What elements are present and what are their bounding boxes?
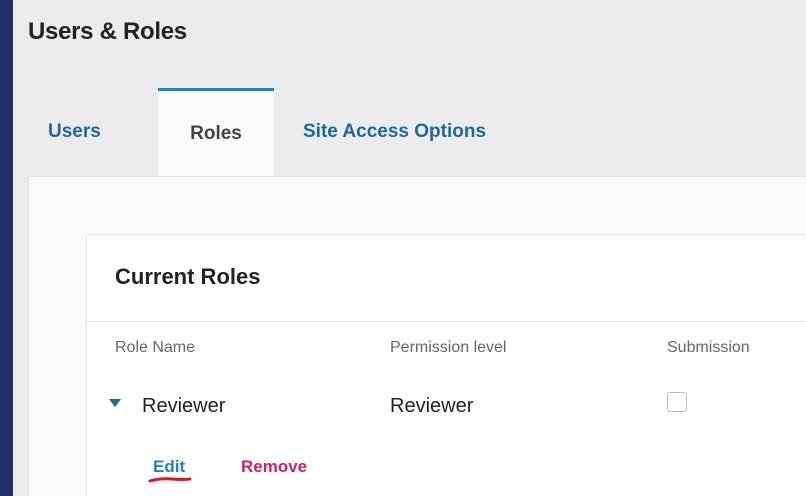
tab-site-access-options[interactable]: Site Access Options: [303, 88, 563, 176]
tab-users[interactable]: Users: [48, 88, 138, 176]
page-title: Users & Roles: [28, 18, 187, 45]
divider: [87, 321, 806, 322]
card-title: Current Roles: [115, 264, 261, 289]
role-name-cell: Reviewer: [142, 395, 226, 417]
column-header-permission-level: Permission level: [390, 339, 507, 356]
annotation-underline: [148, 477, 192, 483]
edit-link[interactable]: Edit: [153, 457, 185, 477]
caret-down-icon[interactable]: [109, 399, 121, 407]
column-header-role-name: Role Name: [115, 339, 196, 356]
submission-checkbox[interactable]: [667, 392, 687, 412]
tab-bar: Users Roles Site Access Options: [13, 88, 806, 176]
tab-roles[interactable]: Roles: [158, 88, 274, 176]
permission-level-cell: Reviewer: [390, 395, 474, 417]
current-roles-card: Current Roles Role Name Permission level…: [86, 234, 806, 496]
remove-link[interactable]: Remove: [241, 457, 307, 477]
app-frame: Users & Roles Users Roles Site Access Op…: [13, 0, 806, 496]
column-header-submission: Submission: [667, 339, 750, 356]
roles-panel: Current Roles Role Name Permission level…: [28, 176, 806, 496]
